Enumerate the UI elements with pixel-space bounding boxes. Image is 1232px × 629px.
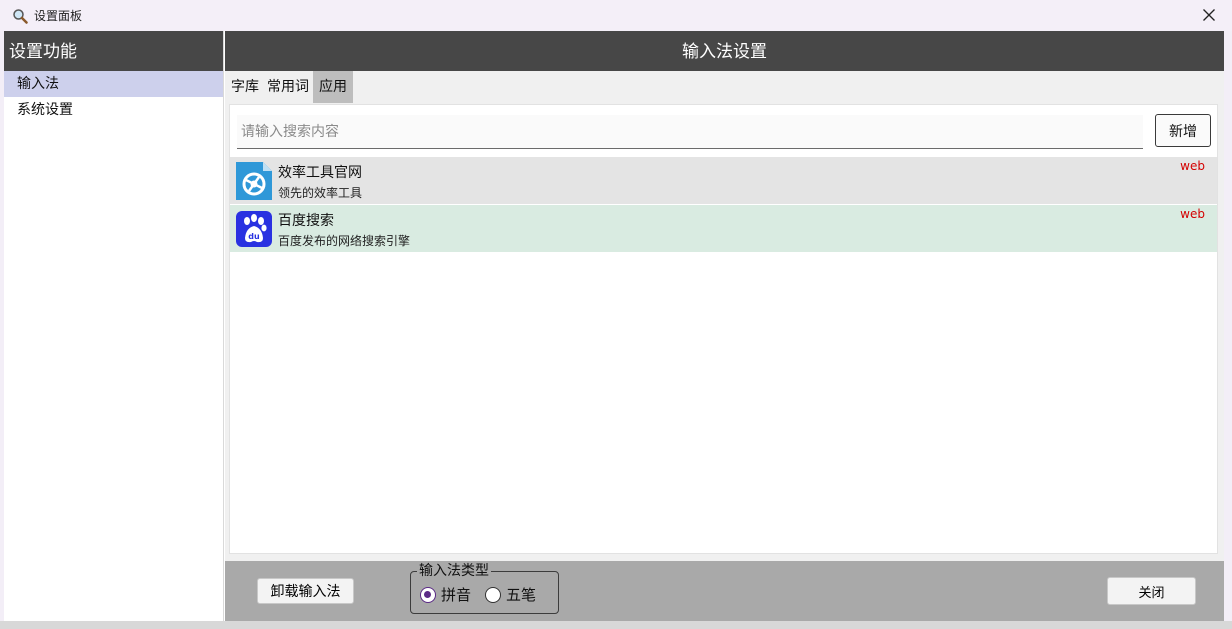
sidebar-item-label: 输入法	[17, 76, 59, 92]
page-title: 输入法设置	[225, 31, 1224, 71]
bottom-bar: 卸载输入法 输入法类型 拼音 五笔 关闭	[225, 561, 1224, 621]
sidebar-item-ime[interactable]: 输入法	[4, 71, 223, 97]
apps-content: 新增 效率工具官网 领先的效率工具 web	[229, 104, 1218, 554]
svg-text:du: du	[248, 232, 260, 241]
ime-type-legend: 输入法类型	[417, 562, 491, 580]
magnifier-icon	[12, 8, 28, 24]
sidebar-header: 设置功能	[4, 31, 223, 71]
ime-type-group: 输入法类型 拼音 五笔	[410, 562, 559, 614]
tab-dictionary[interactable]: 字库	[227, 71, 263, 103]
uninstall-ime-button[interactable]: 卸载输入法	[257, 578, 354, 604]
sidebar-item-system-settings[interactable]: 系统设置	[4, 97, 223, 123]
app-type-badge: web	[1180, 159, 1205, 173]
search-input[interactable]	[237, 115, 1143, 149]
tab-apps[interactable]: 应用	[313, 71, 353, 103]
title-bar: 设置面板	[0, 0, 1232, 31]
efficiency-tool-icon	[235, 161, 273, 201]
radio-label: 五笔	[506, 586, 537, 604]
radio-unchecked-icon[interactable]	[485, 586, 502, 603]
tab-common-words[interactable]: 常用词	[263, 71, 313, 103]
list-item[interactable]: 效率工具官网 领先的效率工具 web	[230, 157, 1217, 204]
list-item[interactable]: du 百度搜索 百度发布的网络搜索引擎 web	[230, 205, 1217, 252]
main-panel: 输入法设置 字库 常用词 应用 新增	[225, 31, 1224, 621]
app-name: 效率工具官网	[278, 165, 362, 181]
window-title: 设置面板	[34, 9, 83, 23]
sidebar: 设置功能 输入法 系统设置	[4, 31, 224, 621]
background-window-edge	[0, 621, 1232, 629]
tab-bar: 字库 常用词 应用	[225, 71, 1224, 103]
ime-type-options: 拼音 五笔	[420, 584, 550, 605]
radio-wubi[interactable]: 五笔	[485, 584, 536, 605]
radio-checked-icon[interactable]	[420, 586, 436, 603]
app-type-badge: web	[1180, 207, 1205, 221]
close-button[interactable]: 关闭	[1107, 577, 1196, 605]
add-button[interactable]: 新增	[1155, 114, 1211, 147]
close-icon[interactable]	[1200, 6, 1218, 24]
app-list: 效率工具官网 领先的效率工具 web du 百度搜索 百度发布的网络搜索引擎 w…	[230, 157, 1217, 253]
radio-pinyin[interactable]: 拼音	[420, 584, 471, 605]
baidu-icon: du	[235, 209, 273, 249]
app-name: 百度搜索	[278, 213, 334, 229]
app-description: 领先的效率工具	[278, 186, 363, 200]
window-frame: 设置功能 输入法 系统设置 输入法设置 字库 常用词 应用 新增	[4, 31, 1224, 621]
radio-label: 拼音	[441, 586, 472, 604]
sidebar-item-label: 系统设置	[17, 102, 73, 118]
app-description: 百度发布的网络搜索引擎	[278, 234, 411, 248]
